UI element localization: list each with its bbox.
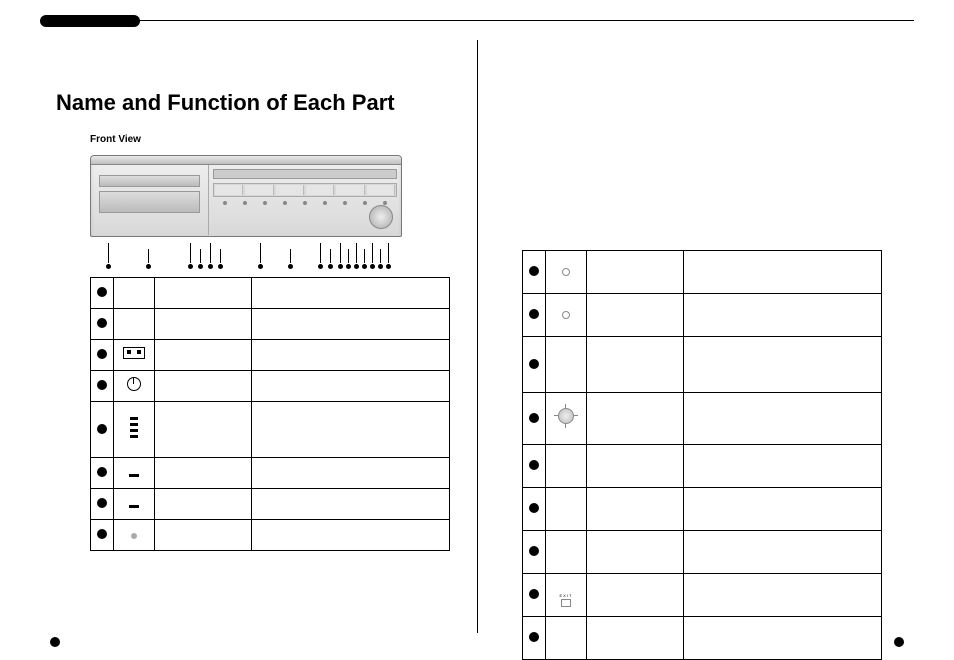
usb-icon xyxy=(123,347,145,359)
table-row xyxy=(522,393,881,445)
table-row xyxy=(522,617,881,660)
right-column: EXIT xyxy=(512,80,914,633)
row-bullet xyxy=(97,287,107,297)
table-row: EXIT xyxy=(522,574,881,617)
page-number-right xyxy=(894,637,904,647)
table-row xyxy=(522,337,881,393)
channel-bars-icon xyxy=(130,414,138,441)
led-hollow-icon xyxy=(562,311,570,319)
table-row xyxy=(91,402,450,458)
table-row xyxy=(522,294,881,337)
table-row xyxy=(91,371,450,402)
bar-icon xyxy=(129,474,139,477)
right-parts-table: EXIT xyxy=(522,250,882,660)
front-view-label: Front View xyxy=(90,134,442,145)
header-cap xyxy=(40,15,140,27)
left-column: Name and Function of Each Part Front Vie… xyxy=(40,80,442,633)
table-row xyxy=(91,309,450,340)
led-icon xyxy=(131,533,137,539)
bar-icon xyxy=(129,505,139,508)
table-row xyxy=(91,278,450,309)
table-row xyxy=(522,251,881,294)
table-row xyxy=(91,489,450,520)
left-parts-table xyxy=(90,277,450,551)
led-hollow-icon xyxy=(562,268,570,276)
header-rule xyxy=(40,20,914,21)
section-title: Name and Function of Each Part xyxy=(56,90,442,116)
table-row xyxy=(522,445,881,488)
table-row xyxy=(91,340,450,371)
table-row xyxy=(91,520,450,551)
leader-lines xyxy=(90,237,400,263)
table-row xyxy=(522,488,881,531)
page-number-left xyxy=(50,637,60,647)
table-row xyxy=(522,531,881,574)
table-row xyxy=(91,458,450,489)
exit-button-icon: EXIT xyxy=(560,593,573,607)
jog-dial-icon xyxy=(554,404,578,428)
power-icon xyxy=(127,377,141,391)
device-front-illustration xyxy=(90,155,402,237)
